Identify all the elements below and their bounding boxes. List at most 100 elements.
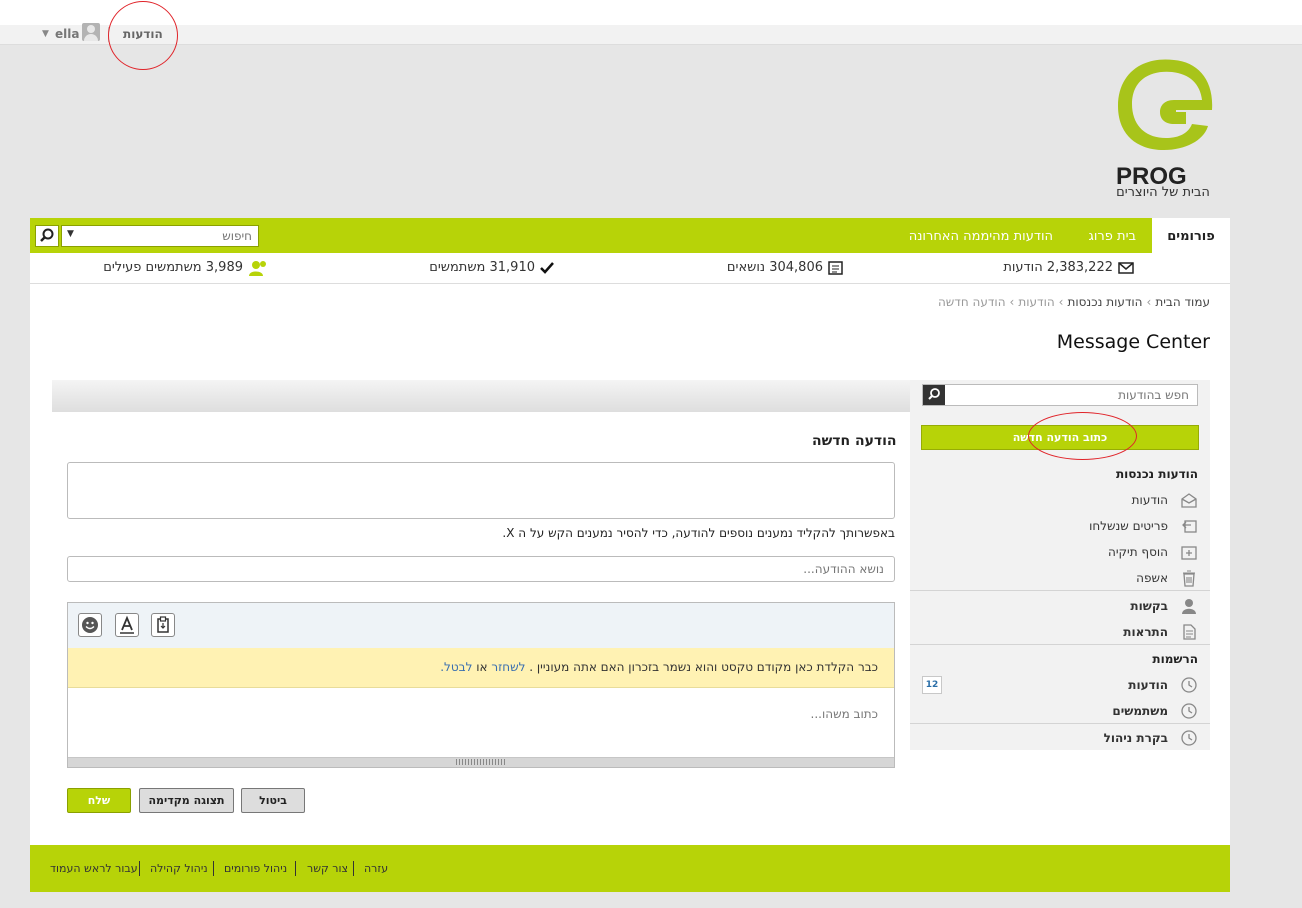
stat-topics: 304,806 נושאים [727,253,844,283]
stat-active-users: 3,989 משתמשים פעילים [103,253,268,283]
preview-button[interactable]: תצוגה מקדימה [139,788,234,813]
stat-active-text: 3,989 משתמשים פעילים [103,260,243,275]
sidebar-item-label: אשפה [1136,571,1168,585]
stat-topics-text: 304,806 נושאים [726,260,823,275]
smiley-icon [82,617,98,633]
content-header-bar [52,380,910,412]
text-format-button[interactable] [115,613,139,637]
breadcrumb-inbox[interactable]: הודעות נכנסות [1067,295,1142,309]
red-annotation-circle [108,1,178,70]
sidebar-item-label: משתמשים [1112,704,1168,718]
search-dropdown-icon[interactable]: ▼ [67,229,74,239]
sidebar-item-requests[interactable]: בקשות [922,597,1198,617]
document-icon [1183,624,1196,640]
search-button[interactable] [35,225,59,247]
sidebar-item-sub-messages[interactable]: הודעות [922,676,1198,696]
red-annotation-ellipse [1028,412,1137,460]
recipients-field[interactable] [67,462,895,519]
breadcrumb-current: הודעה חדשה [937,295,1006,309]
sidebar-divider [910,723,1210,724]
restore-text: כבר הקלדת כאן מקודם טקסט והוא נשמר בזכרו… [529,660,878,674]
footer-community-admin-link[interactable]: ניהול קהילה [150,845,208,892]
restore-or-text: או [476,660,488,674]
clock-icon [1181,677,1197,693]
main-panel: פורומים בית פרוג הודעות מהיממה האחרונה ▼… [30,218,1230,892]
stat-members-text: 31,910 משתמשים [429,260,535,275]
breadcrumb-home[interactable]: עמוד הבית [1155,295,1210,309]
sidebar-item-add-folder[interactable]: הוסף תיקיה [922,543,1198,563]
sidebar-item-label: פריטים שנשלחו [1089,519,1168,533]
unread-count-badge: 12 [922,676,942,694]
sidebar-search-input[interactable] [959,385,1189,405]
breadcrumb: עמוד הבית›הודעות נכנסות›הודעות›הודעה חדש… [937,295,1210,309]
subscriptions-header: הרשמות [1152,652,1198,666]
user-menu-caret-icon[interactable]: ▼ [42,25,49,44]
sidebar-item-label: בקשות [1130,599,1168,613]
emoji-button[interactable] [78,613,102,637]
logo-tagline: הבית של היוצרים [1116,185,1210,200]
footer: עזרה צור קשר ניהול פורומים ניהול קהילה ע… [30,845,1230,892]
user-name[interactable]: ella [55,25,79,44]
nav-link-home[interactable]: בית פרוג [1089,218,1136,253]
search-input[interactable] [102,226,252,246]
discard-draft-link[interactable]: לבטל. [440,660,472,674]
sidebar-search-button[interactable] [923,385,945,405]
clock-icon [1181,730,1197,746]
top-user-bar [0,25,1302,45]
top-whitespace [0,0,1302,25]
sidebar-item-label: התראות [1123,625,1168,639]
sidebar-item-sub-users[interactable]: משתמשים [922,702,1198,722]
sidebar-item-label: הודעות [1131,493,1168,507]
editor-toolbar [68,603,894,649]
resize-grip-icon[interactable] [456,759,506,765]
sent-icon [1182,520,1197,533]
editor-resize-handle[interactable] [68,757,894,767]
open-envelope-icon [1181,493,1197,508]
footer-help-link[interactable]: עזרה [364,845,388,892]
breadcrumb-messages[interactable]: הודעות [1018,295,1054,309]
stat-members: 31,910 משתמשים [429,253,554,283]
sidebar-divider [910,590,1210,591]
sidebar-item-label: הודעות [1128,678,1168,692]
main-navbar: פורומים בית פרוג הודעות מהיממה האחרונה ▼ [30,218,1230,253]
text-format-icon [120,615,134,634]
checkmark-icon [540,261,554,274]
sidebar-item-alerts[interactable]: התראות [922,623,1198,643]
prog-logo[interactable]: PROG [1112,54,1216,204]
sidebar-item-sent[interactable]: פריטים שנשלחו [922,517,1198,537]
sidebar-search [922,384,1198,406]
search-icon [928,388,940,400]
nav-tab-forums[interactable]: פורומים [1152,218,1230,253]
sidebar-item-mod-review[interactable]: בקרת ניהול [922,729,1198,749]
recipients-hint: באפשרותך להקליד נמענים נוספים להודעה, כד… [502,526,895,540]
sidebar-divider [910,644,1210,645]
sidebar-item-label: בקרת ניהול [1103,731,1168,745]
user-avatar[interactable] [82,23,100,41]
attach-button[interactable] [151,613,175,637]
nav-link-latest[interactable]: הודעות מהיממה האחרונה [909,218,1053,253]
subject-input[interactable] [67,556,895,582]
footer-back-to-top-link[interactable]: עבור לראש העמוד [50,845,138,892]
message-body-input[interactable]: כתוב משהו... [811,707,878,721]
envelope-icon [1118,261,1134,274]
compose-title: הודעה חדשה [812,433,897,449]
topics-icon [828,260,843,275]
footer-contact-link[interactable]: צור קשר [307,845,348,892]
stat-messages: 2,383,222 הודעות [1003,253,1134,283]
cancel-button[interactable]: ביטול [241,788,305,813]
send-button[interactable]: שלח [67,788,131,813]
sidebar-item-label: הוסף תיקיה [1108,545,1168,559]
search-box: ▼ [61,225,259,247]
sidebar-item-messages[interactable]: הודעות [922,491,1198,511]
restore-draft-link[interactable]: לשחזר [491,660,525,674]
add-folder-icon [1181,546,1197,560]
clipboard-icon [157,616,169,633]
footer-forum-admin-link[interactable]: ניהול פורומים [224,845,287,892]
sidebar-item-trash[interactable]: אשפה [922,569,1198,589]
page-title: Message Center [1056,331,1210,353]
inbox-header[interactable]: הודעות נכנסות [1116,467,1198,481]
stats-bar: 2,383,222 הודעות 304,806 נושאים 31,910 מ… [30,253,1230,284]
draft-restore-notice: כבר הקלדת כאן מקודם טקסט והוא נשמר בזכרו… [68,648,894,688]
user-icon [1182,599,1196,614]
stat-messages-text: 2,383,222 הודעות [1003,260,1113,275]
